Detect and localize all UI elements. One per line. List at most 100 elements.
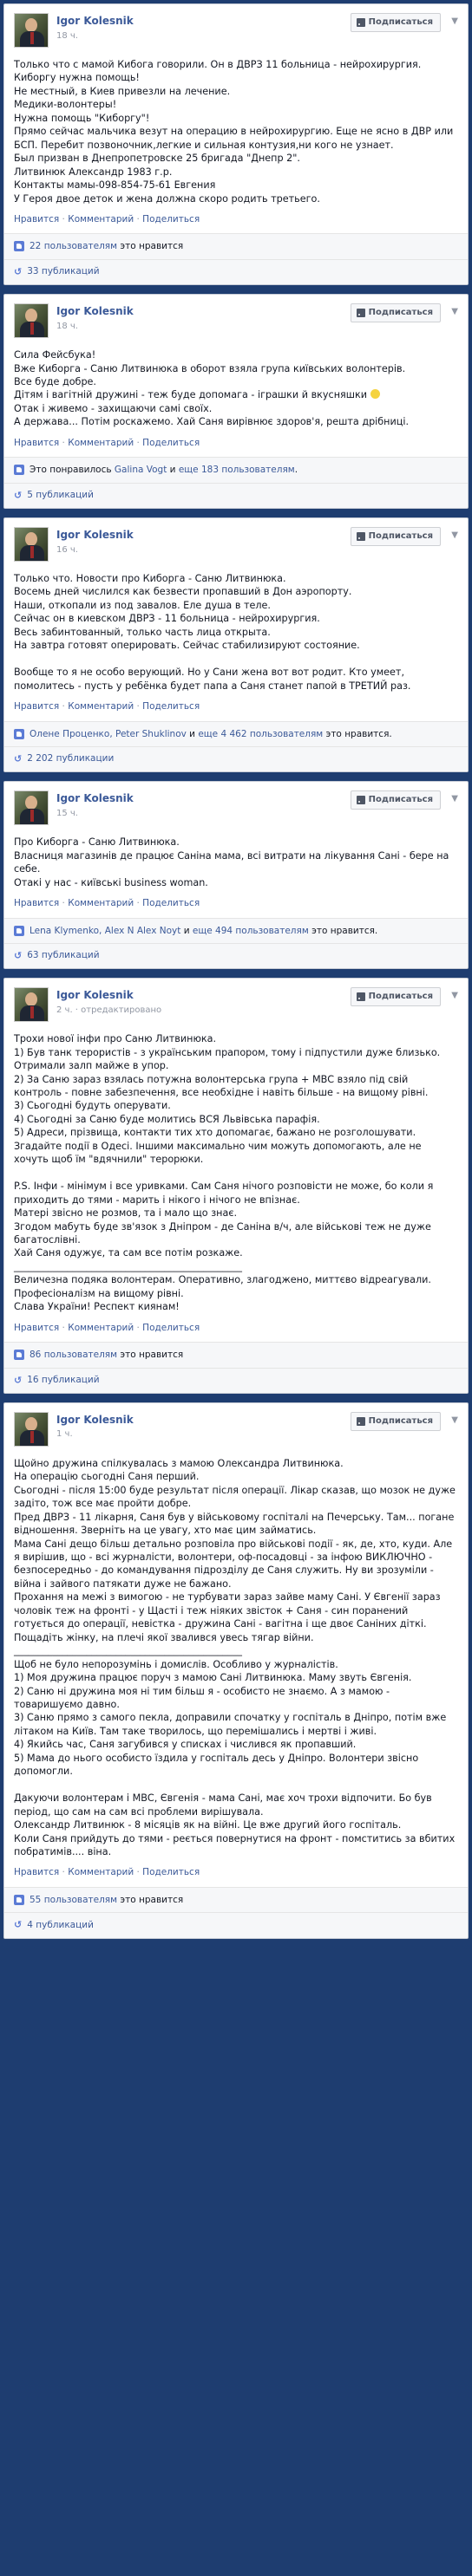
subscribe-button[interactable]: Подписаться bbox=[350, 13, 441, 32]
comment-link[interactable]: Комментарий bbox=[68, 214, 134, 224]
post-time[interactable]: 16 ч. bbox=[56, 544, 134, 556]
avatar[interactable] bbox=[14, 1411, 49, 1447]
comment-link[interactable]: Комментарий bbox=[68, 1323, 134, 1333]
shares-summary[interactable]: ↺ 4 публикаций bbox=[4, 1912, 468, 1938]
rss-icon bbox=[356, 309, 365, 318]
chevron-down-icon[interactable]: ▼ bbox=[451, 990, 458, 1002]
avatar[interactable] bbox=[14, 526, 49, 562]
chevron-down-icon[interactable]: ▼ bbox=[451, 306, 458, 318]
smile-emoji-icon bbox=[370, 389, 380, 400]
shares-summary[interactable]: ↺ 63 публикаций bbox=[4, 942, 468, 969]
chevron-down-icon[interactable]: ▼ bbox=[451, 1415, 458, 1427]
likers-link[interactable]: 22 пользователям bbox=[30, 241, 117, 251]
comment-link[interactable]: Комментарий bbox=[68, 898, 134, 908]
thumbs-up-icon bbox=[14, 241, 24, 252]
share-icon: ↺ bbox=[14, 753, 23, 765]
share-link[interactable]: Поделиться bbox=[142, 1867, 200, 1877]
likers-more-link[interactable]: еще 183 пользователям bbox=[179, 465, 295, 475]
likers-link[interactable]: Lena Klymenko, Alex N Alex Noyt bbox=[30, 926, 180, 936]
likers-link[interactable]: Олене Проценко, Peter Shuklinov bbox=[30, 729, 187, 739]
author-name[interactable]: Igor Kolesnik bbox=[56, 988, 161, 1003]
subscribe-button[interactable]: Подписаться bbox=[350, 1411, 441, 1431]
avatar[interactable] bbox=[14, 987, 49, 1023]
post-actions: Нравится · Комментарий · Поделиться bbox=[14, 898, 200, 909]
subscribe-button[interactable]: Подписаться bbox=[350, 790, 441, 810]
share-icon: ↺ bbox=[14, 489, 23, 501]
share-link[interactable]: Поделиться bbox=[142, 701, 200, 712]
author-name[interactable]: Igor Kolesnik bbox=[56, 791, 134, 806]
post-card: Igor Kolesnik 2 ч. · отредактировано Под… bbox=[3, 978, 469, 1394]
subscribe-button[interactable]: Подписаться bbox=[350, 303, 441, 322]
post-time[interactable]: 15 ч. bbox=[56, 808, 134, 820]
rss-icon bbox=[356, 992, 365, 1002]
post-card: Igor Kolesnik 1 ч. Подписаться ▼ Щойно д… bbox=[3, 1402, 469, 1939]
like-link[interactable]: Нравится bbox=[14, 1867, 59, 1877]
post-time[interactable]: 18 ч. bbox=[56, 321, 134, 333]
likes-summary: 86 пользователям это нравится bbox=[4, 1342, 468, 1368]
likes-summary: 22 пользователям это нравится bbox=[4, 233, 468, 259]
post-header: Igor Kolesnik 15 ч. Подписаться ▼ bbox=[14, 790, 458, 826]
post-text: Трохи нової інфи про Саню Литвинюка. 1) … bbox=[14, 1033, 441, 1313]
thumbs-up-icon bbox=[14, 465, 24, 476]
post-actions: Нравится · Комментарий · Поделиться bbox=[14, 701, 200, 712]
post-header: Igor Kolesnik 16 ч. Подписаться ▼ bbox=[14, 526, 458, 562]
thumbs-up-icon bbox=[14, 1894, 24, 1905]
author-name[interactable]: Igor Kolesnik bbox=[56, 304, 134, 319]
post-time[interactable]: 2 ч. · отредактировано bbox=[56, 1005, 161, 1017]
likes-summary: Lena Klymenko, Alex N Alex Noyt и еще 49… bbox=[4, 917, 468, 943]
rss-icon bbox=[356, 531, 365, 541]
post-card: Igor Kolesnik 15 ч. Подписаться ▼ Про Ки… bbox=[3, 781, 469, 970]
share-icon: ↺ bbox=[14, 1374, 23, 1386]
post-actions: Нравится · Комментарий · Поделиться bbox=[14, 1867, 200, 1878]
chevron-down-icon[interactable]: ▼ bbox=[451, 530, 458, 542]
author-name[interactable]: Igor Kolesnik bbox=[56, 1413, 134, 1428]
likers-link[interactable]: Galina Vogt bbox=[115, 465, 167, 475]
share-link[interactable]: Поделиться bbox=[142, 214, 200, 224]
shares-summary[interactable]: ↺ 33 публикаций bbox=[4, 258, 468, 285]
shares-summary[interactable]: ↺ 5 публикаций bbox=[4, 482, 468, 508]
shares-summary[interactable]: ↺ 16 публикаций bbox=[4, 1367, 468, 1393]
likers-more-link[interactable]: еще 4 462 пользователям bbox=[198, 729, 323, 739]
post-header: Igor Kolesnik 2 ч. · отредактировано Под… bbox=[14, 987, 458, 1023]
author-name[interactable]: Igor Kolesnik bbox=[56, 528, 134, 543]
likes-summary: 55 пользователям это нравится bbox=[4, 1886, 468, 1913]
post-card: Igor Kolesnik 18 ч. Подписаться ▼ Только… bbox=[3, 3, 469, 286]
shares-summary[interactable]: ↺ 2 202 публикации bbox=[4, 746, 468, 772]
avatar[interactable] bbox=[14, 790, 49, 826]
post-time[interactable]: 1 ч. bbox=[56, 1428, 134, 1441]
likers-more-link[interactable]: еще 494 пользователям bbox=[193, 926, 309, 936]
share-icon: ↺ bbox=[14, 949, 23, 961]
avatar[interactable] bbox=[14, 13, 49, 48]
share-link[interactable]: Поделиться bbox=[142, 898, 200, 908]
comment-link[interactable]: Комментарий bbox=[68, 1867, 134, 1877]
thumbs-up-icon bbox=[14, 728, 24, 739]
like-link[interactable]: Нравится bbox=[14, 1323, 59, 1333]
post-text: Только что с мамой Кибога говорили. Он в… bbox=[14, 59, 454, 205]
chevron-down-icon[interactable]: ▼ bbox=[451, 793, 458, 805]
chevron-down-icon[interactable]: ▼ bbox=[451, 16, 458, 28]
like-link[interactable]: Нравится bbox=[14, 898, 59, 908]
author-name[interactable]: Igor Kolesnik bbox=[56, 14, 134, 29]
rss-icon bbox=[356, 17, 365, 27]
post-actions: Нравится · Комментарий · Поделиться bbox=[14, 213, 200, 224]
post-actions: Нравится · Комментарий · Поделиться bbox=[14, 1322, 200, 1333]
likers-link[interactable]: 86 пользователям bbox=[30, 1350, 117, 1360]
avatar[interactable] bbox=[14, 303, 49, 339]
post-card: Igor Kolesnik 18 ч. Подписаться ▼ Сила Ф… bbox=[3, 294, 469, 509]
like-link[interactable]: Нравится bbox=[14, 438, 59, 448]
subscribe-button[interactable]: Подписаться bbox=[350, 526, 441, 546]
comment-link[interactable]: Комментарий bbox=[68, 701, 134, 712]
likers-link[interactable]: 55 пользователям bbox=[30, 1895, 117, 1905]
comment-link[interactable]: Комментарий bbox=[68, 438, 134, 448]
subscribe-button[interactable]: Подписаться bbox=[350, 987, 441, 1006]
share-link[interactable]: Поделиться bbox=[142, 438, 200, 448]
post-text: Только что. Новости про Киборга - Саню Л… bbox=[14, 572, 411, 692]
rss-icon bbox=[356, 1416, 365, 1426]
post-time[interactable]: 18 ч. bbox=[56, 30, 134, 42]
thumbs-up-icon bbox=[14, 925, 24, 936]
like-link[interactable]: Нравится bbox=[14, 701, 59, 712]
like-link[interactable]: Нравится bbox=[14, 214, 59, 224]
share-link[interactable]: Поделиться bbox=[142, 1323, 200, 1333]
post-card: Igor Kolesnik 16 ч. Подписаться ▼ Только… bbox=[3, 517, 469, 773]
post-actions: Нравится · Комментарий · Поделиться bbox=[14, 437, 200, 448]
